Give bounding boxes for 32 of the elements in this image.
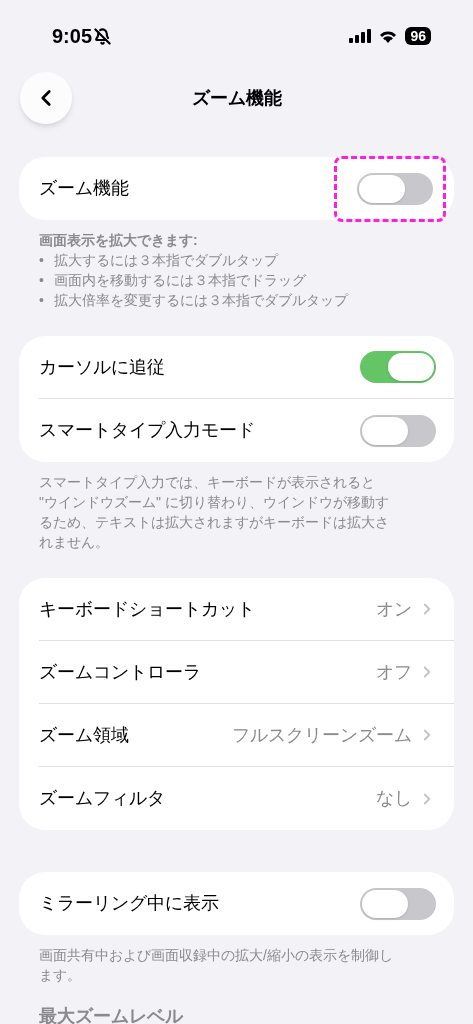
wifi-icon <box>378 29 399 43</box>
footer-item: 拡大するには３本指でダブルタップ <box>53 251 278 270</box>
bullet: • <box>39 251 44 270</box>
row-label: スマートタイプ入力モード <box>39 419 256 442</box>
row-value: なし <box>376 787 412 810</box>
row-value: オン <box>376 597 412 621</box>
page-title: ズーム機能 <box>191 86 282 110</box>
footer-text: 画面共有中および画面収録中の拡大/縮小の表示を制御します。 <box>39 946 394 985</box>
toggle-switch[interactable] <box>360 887 436 920</box>
battery-level: 96 <box>405 27 431 45</box>
row-label: ズーム機能 <box>39 177 130 200</box>
status-time: 9:05 <box>52 24 93 49</box>
footer-text: スマートタイプ入力では、キーボードが表示されると "ウインドウズーム" に切り替わり、ウインドウが移動するため、テキストは拡大されますがキーボードは拡大されません。 <box>39 473 390 552</box>
back-button[interactable] <box>20 72 72 124</box>
row-label: カーソルに追従 <box>39 355 166 379</box>
footer-item: 拡大倍率を変更するには３本指でダブルタップ <box>53 291 348 310</box>
bullet: • <box>39 271 44 290</box>
row-label: キーボードショートカット <box>39 597 256 621</box>
section-header: 最大ズームレベル <box>39 1005 185 1024</box>
row-value: フルスクリーンズーム <box>232 723 412 747</box>
row-value: オフ <box>376 660 412 684</box>
row-label: ミラーリング中に表示 <box>39 892 220 915</box>
footer-intro: 画面表示を拡大できます: <box>39 231 199 250</box>
row-label: ズームコントローラ <box>39 660 202 684</box>
footer-item: 画面内を移動するには３本指でドラッグ <box>53 271 306 290</box>
toggle-switch[interactable] <box>360 414 436 447</box>
toggle-switch[interactable] <box>360 351 436 383</box>
bullet: • <box>39 291 44 310</box>
toggle-switch[interactable] <box>357 172 433 205</box>
signal-icon <box>349 29 372 43</box>
row-label: ズーム領域 <box>39 723 130 747</box>
row-label: ズームフィルタ <box>39 787 166 810</box>
